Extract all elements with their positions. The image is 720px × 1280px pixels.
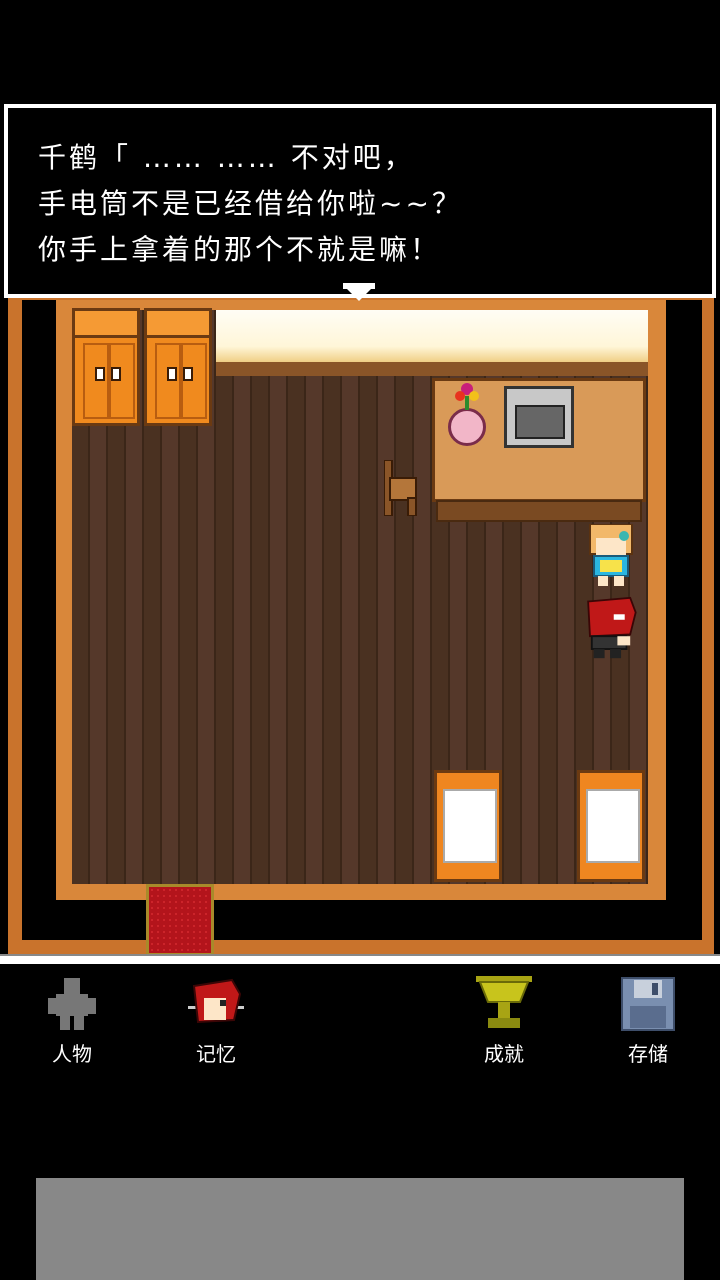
menu-characters-label: 人物 [52, 1042, 92, 1066]
dialogue-line-1: 千鹤「 …… …… 不对吧， [38, 141, 415, 174]
menu-memory-button[interactable]: 记忆 [166, 976, 266, 1066]
bed-left[interactable] [434, 770, 502, 882]
ad-banner-placeholder[interactable] [36, 1178, 684, 1280]
back-wall [216, 310, 648, 362]
dialogue-box[interactable]: 千鹤「 …… …… 不对吧， 手电筒不是已经借给你啦~~？ 你手上拿着的那个不就… [4, 104, 716, 298]
exterior-dark-right [232, 900, 702, 940]
flower-vase[interactable] [448, 408, 486, 446]
flower-icon [455, 383, 479, 410]
menu-save-button[interactable]: 存储 [598, 976, 698, 1066]
microwave[interactable] [504, 386, 574, 448]
dialogue-line-3: 你手上拿着的那个不就是嘛！ [38, 233, 442, 266]
bottom-menu: 人物 记忆 成就 存储 [0, 964, 720, 1178]
entrance-mat[interactable] [146, 884, 214, 956]
counter-front-panel [436, 500, 642, 522]
wardrobe-left[interactable] [72, 308, 140, 426]
wardrobe-right[interactable] [144, 308, 212, 426]
wooden-chair[interactable] [384, 460, 418, 516]
save-icon [621, 977, 675, 1031]
exterior-dark-left [22, 900, 130, 940]
menu-divider [0, 954, 720, 964]
back-wall-baseboard [216, 362, 648, 376]
person-icon [48, 978, 96, 1030]
bed-right[interactable] [577, 770, 645, 882]
menu-characters-button[interactable]: 人物 [22, 976, 122, 1066]
continue-arrow-icon[interactable] [343, 283, 375, 303]
menu-memory-label: 记忆 [196, 1042, 236, 1066]
menu-achievements-label: 成就 [484, 1042, 524, 1066]
chizuru-character[interactable] [584, 524, 638, 588]
menu-achievements-button[interactable]: 成就 [454, 976, 554, 1066]
trophy-icon [476, 976, 532, 1028]
player-character[interactable] [584, 596, 638, 660]
menu-save-label: 存储 [628, 1042, 668, 1066]
memory-icon [188, 978, 244, 1024]
dialogue-line-2: 手电筒不是已经借给你啦~~？ [38, 187, 463, 220]
